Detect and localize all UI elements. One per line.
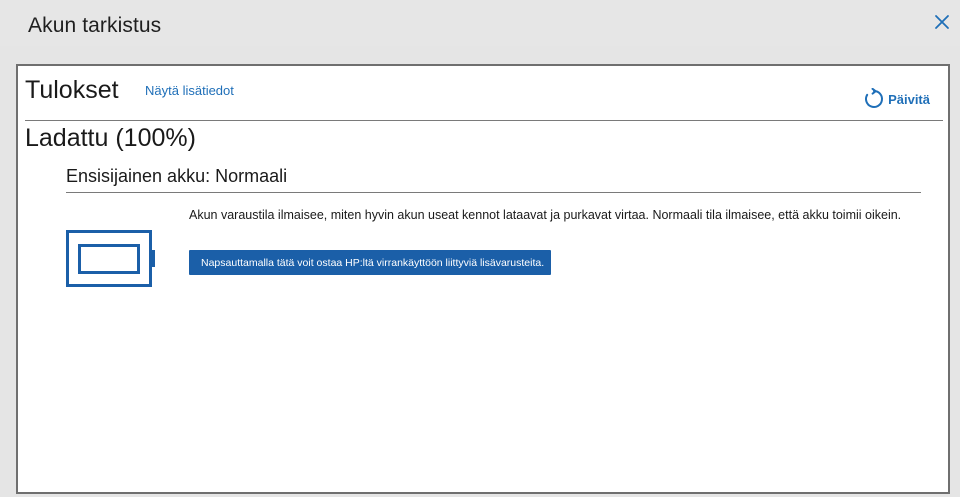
close-icon — [935, 15, 949, 29]
primary-battery-heading: Ensisijainen akku: Normaali — [66, 166, 288, 186]
refresh-label: Päivitä — [888, 91, 930, 107]
buy-accessories-button[interactable]: Napsauttamalla tätä voit ostaa HP:ltä vi… — [189, 250, 551, 275]
refresh-button[interactable]: Päivitä — [863, 88, 930, 110]
divider — [25, 120, 943, 121]
refresh-icon — [865, 88, 884, 108]
results-title: Tulokset — [25, 76, 119, 104]
battery-check-window: Akun tarkistus Tulokset Näytä lisätiedot… — [0, 0, 960, 497]
charge-status: Ladattu (100%) — [25, 124, 196, 152]
show-details-link[interactable]: Näytä lisätiedot — [145, 83, 234, 98]
window-title: Akun tarkistus — [28, 14, 162, 37]
battery-icon — [66, 230, 156, 293]
title-bar: Akun tarkistus — [0, 0, 960, 46]
results-panel: Tulokset Näytä lisätiedot Päivitä Ladatt… — [16, 64, 950, 494]
close-button[interactable] — [932, 12, 952, 32]
divider — [66, 192, 921, 193]
battery-description: Akun varaustila ilmaisee, miten hyvin ak… — [189, 208, 902, 222]
